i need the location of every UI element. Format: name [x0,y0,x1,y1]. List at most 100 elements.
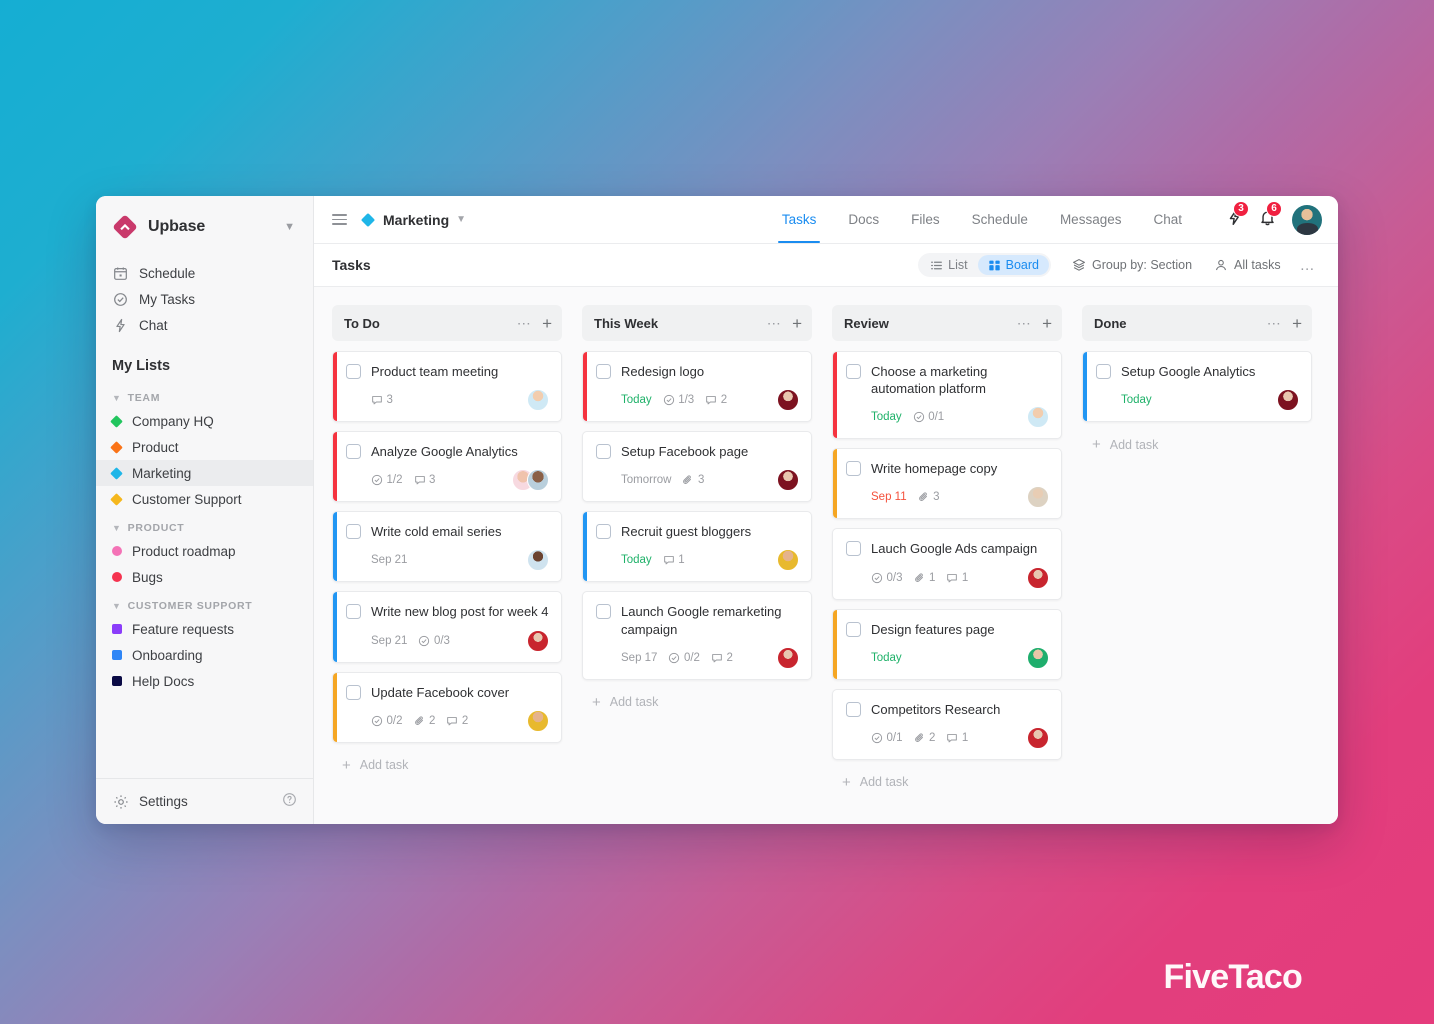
column-title: This Week [594,315,659,331]
task-checkbox[interactable] [346,604,361,620]
column-more-button[interactable]: ⋯ [767,316,782,330]
task-card[interactable]: Analyze Google Analytics 1/2 3 [332,431,562,503]
view-board-button[interactable]: Board [977,255,1049,275]
task-checkbox[interactable] [346,684,361,700]
sidebar-item-my-tasks[interactable]: My Tasks [104,286,305,312]
task-assignees [777,646,799,669]
avatar[interactable] [527,389,549,412]
task-checkbox[interactable] [846,701,861,717]
hamburger-icon[interactable] [332,214,347,225]
avatar[interactable] [1277,389,1299,412]
sidebar-item-company-hq[interactable]: Company HQ [96,408,313,434]
avatar[interactable] [777,549,799,572]
column-add-button[interactable]: + [1042,315,1052,332]
task-checkbox[interactable] [846,461,861,477]
sidebar-item-bugs[interactable]: Bugs [96,564,313,590]
task-card[interactable]: Product team meeting 3 [332,351,562,423]
avatar[interactable] [527,469,549,492]
more-options-button[interactable]: … [1294,258,1322,273]
avatar[interactable] [1027,486,1049,509]
task-checkbox[interactable] [596,604,611,620]
question-circle-icon[interactable] [282,792,297,812]
tab-files[interactable]: Files [895,196,956,243]
attachment-icon [914,572,926,584]
task-card[interactable]: Write cold email series Sep 21 [332,511,562,583]
filter-all-tasks-button[interactable]: All tasks [1205,254,1290,276]
task-checkbox[interactable] [596,444,611,460]
sidebar-item-onboarding[interactable]: Onboarding [96,642,313,668]
task-checkbox[interactable] [846,364,861,379]
group-by-button[interactable]: Group by: Section [1063,254,1201,276]
task-checkbox[interactable] [846,541,861,557]
tab-chat[interactable]: Chat [1137,196,1198,243]
avatar[interactable] [1027,726,1049,749]
avatar[interactable] [777,646,799,669]
sidebar-item-schedule[interactable]: Schedule [104,260,305,286]
avatar[interactable] [1027,646,1049,669]
add-task-button[interactable]: + Add task [582,689,812,716]
avatar[interactable] [777,469,799,492]
notifications-button[interactable]: 6 [1259,200,1282,231]
chevron-down-icon: ▼ [112,600,122,611]
column-add-button[interactable]: + [1292,315,1302,332]
column-more-button[interactable]: ⋯ [1267,316,1282,330]
chevron-down-icon[interactable]: ▼ [284,221,297,233]
task-card[interactable]: Lauch Google Ads campaign 0/3 1 1 [832,528,1062,600]
task-card[interactable]: Choose a marketing automation platform To… [832,351,1062,440]
column-add-button[interactable]: + [542,315,552,332]
task-checkbox[interactable] [1096,364,1111,379]
column-more-button[interactable]: ⋯ [1017,316,1032,330]
chevron-down-icon[interactable]: ▼ [456,214,466,225]
tab-tasks[interactable]: Tasks [766,196,833,243]
task-checkbox[interactable] [596,524,611,540]
meta-value: 0/1 [886,731,903,744]
avatar[interactable] [1027,566,1049,589]
avatar[interactable] [1027,406,1049,429]
sidebar-item-product-roadmap[interactable]: Product roadmap [96,538,313,564]
task-card[interactable]: Launch Google remarketing campaign Sep 17… [582,591,812,680]
sidebar-item-marketing[interactable]: Marketing [96,460,313,486]
task-checkbox[interactable] [346,364,361,379]
avatar[interactable] [527,709,549,732]
add-task-button[interactable]: + Add task [1082,431,1312,458]
brand-header[interactable]: Upbase ▼ [96,196,313,250]
add-task-button[interactable]: + Add task [332,752,562,779]
sidebar-group-team[interactable]: ▼ TEAM [96,382,313,408]
sidebar-item-product[interactable]: Product [96,434,313,460]
task-card[interactable]: Design features page Today [832,608,1062,680]
task-card[interactable]: Setup Google Analytics Today [1082,351,1312,423]
tab-docs[interactable]: Docs [832,196,895,243]
add-task-button[interactable]: + Add task [832,769,1062,796]
kanban-board[interactable]: To Do ⋯ + Product team meeting 3 Analyze Goog… [314,286,1338,824]
avatar[interactable] [777,389,799,412]
view-list-button[interactable]: List [920,255,977,275]
avatar[interactable] [527,629,549,652]
sidebar-item-feature-requests[interactable]: Feature requests [96,616,313,642]
task-card[interactable]: Write homepage copy Sep 11 3 [832,448,1062,520]
task-checkbox[interactable] [846,621,861,637]
task-checkbox[interactable] [346,524,361,540]
sidebar-group-product[interactable]: ▼ PRODUCT [96,512,313,538]
task-card[interactable]: Recruit guest bloggers Today 1 [582,511,812,583]
column-more-button[interactable]: ⋯ [517,316,532,330]
column-add-button[interactable]: + [792,315,802,332]
settings-label[interactable]: Settings [139,794,188,809]
task-card[interactable]: Update Facebook cover 0/2 2 2 [332,671,562,743]
tab-schedule[interactable]: Schedule [956,196,1044,243]
task-card[interactable]: Competitors Research 0/1 2 1 [832,688,1062,760]
task-card[interactable]: Redesign logo Today 1/3 2 [582,351,812,423]
avatar[interactable] [527,549,549,572]
task-checkbox[interactable] [596,364,611,379]
sidebar-group-customer-support[interactable]: ▼ CUSTOMER SUPPORT [96,590,313,616]
sidebar-item-customer-support[interactable]: Customer Support [96,486,313,512]
task-card-top: Competitors Research [846,701,1049,718]
activity-button[interactable]: 3 [1226,200,1249,231]
sidebar-item-chat[interactable]: Chat [104,312,305,338]
task-card[interactable]: Setup Facebook page Tomorrow 3 [582,431,812,503]
sidebar-item-help-docs[interactable]: Help Docs [96,668,313,694]
avatar[interactable] [1292,204,1322,235]
task-card[interactable]: Write new blog post for week 4 Sep 21 0/3 [332,591,562,663]
breadcrumb[interactable]: Marketing ▼ [360,212,466,228]
task-checkbox[interactable] [346,444,361,460]
tab-messages[interactable]: Messages [1044,196,1138,243]
